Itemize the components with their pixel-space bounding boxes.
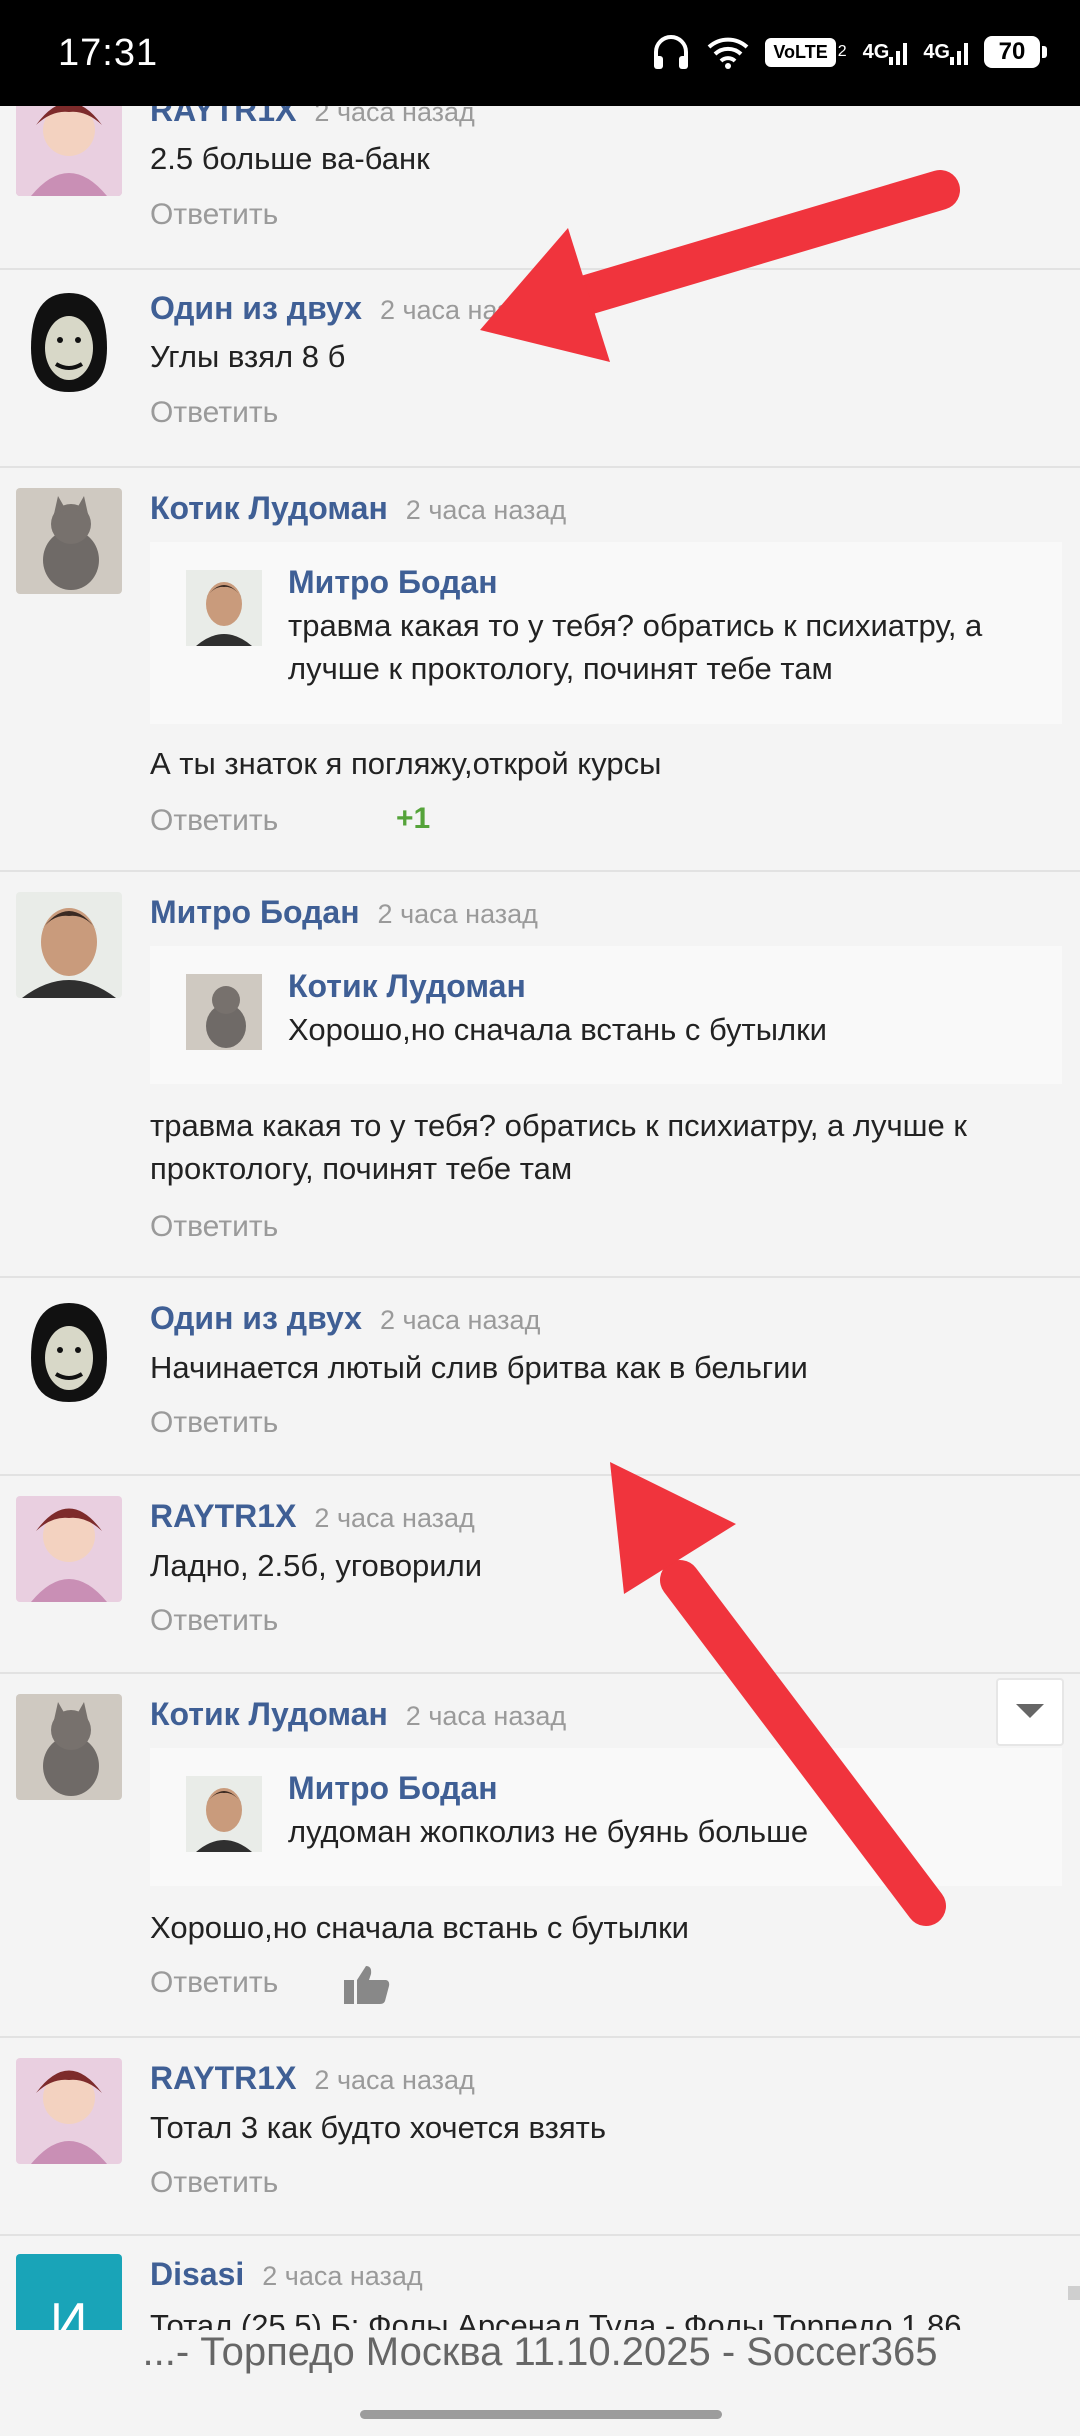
reply-button[interactable]: Ответить <box>150 2166 278 2200</box>
quote-text: лудоман жопколиз не буянь больше <box>288 1814 809 1849</box>
reply-button[interactable]: Ответить <box>150 198 278 232</box>
comment-text: Тотал 3 как будто хочется взять <box>150 2110 607 2145</box>
comment-text: Углы взял 8 б <box>150 339 346 374</box>
comment-author[interactable]: RAYTR1X 2 часа назад <box>150 2060 475 2097</box>
quote-avatar <box>186 974 262 1050</box>
comments-feed[interactable]: RAYTR1X 2 часа назад 2.5 больше ва-банк О… <box>0 0 1080 2330</box>
comment-menu-button[interactable] <box>996 1678 1064 1746</box>
comment-item: Один из двух 2 часа назад Углы взял 8 б О… <box>0 268 1080 468</box>
avatar[interactable] <box>16 2058 122 2164</box>
signal-icon-2: 4G <box>923 30 968 74</box>
quote-author[interactable]: Митро Бодан <box>288 1770 498 1807</box>
quote-avatar <box>186 1776 262 1852</box>
avatar[interactable]: И <box>16 2254 122 2330</box>
avatar[interactable] <box>16 488 122 594</box>
quote-author[interactable]: Митро Бодан <box>288 564 498 601</box>
page-title-footer[interactable]: ...- Торпедо Москва 11.10.2025 - Soccer3… <box>0 2330 1080 2396</box>
status-time: 17:31 <box>58 32 159 74</box>
quote-author[interactable]: Котик Лудоман <box>288 968 526 1005</box>
comment-time: 2 часа назад <box>379 1305 541 1335</box>
headphones-icon <box>651 30 691 74</box>
reply-button[interactable]: Ответить <box>150 1406 278 1440</box>
quote-avatar <box>186 570 262 646</box>
comment-text: Тотал (25.5) Б: Фолы Арсенал Тула - Фолы… <box>150 2308 962 2330</box>
comment-text: Хорошо,но сначала встань с бутылки <box>150 1910 689 1945</box>
comment-item: RAYTR1X 2 часа назад Ладно, 2.5б, уговори… <box>0 1474 1080 1674</box>
reply-button[interactable]: Ответить <box>150 1966 278 2000</box>
comment-time: 2 часа назад <box>314 2065 475 2095</box>
comment-item: Котик Лудоман 2 часа назад Митро Бодан тр… <box>0 466 1080 872</box>
battery-icon: 70 <box>984 36 1047 68</box>
comment-author[interactable]: Котик Лудоман 2 часа назад <box>150 490 566 527</box>
avatar[interactable] <box>16 288 122 394</box>
rating-plus: +1 <box>396 802 431 835</box>
comment-text: А ты знаток я погляжу,открой курсы <box>150 746 662 781</box>
reply-button[interactable]: Ответить <box>150 396 278 430</box>
status-icons: VoLTE 2 4G 4G 70 <box>651 30 1047 74</box>
comment-time: 2 часа назад <box>377 899 538 929</box>
comment-author[interactable]: RAYTR1X 2 часа назад <box>150 1498 475 1535</box>
quote-text: травма какая то у тебя? обратись к психи… <box>288 608 983 686</box>
avatar[interactable] <box>16 1298 122 1404</box>
avatar-letter: И <box>50 2293 88 2330</box>
reply-button[interactable]: Ответить <box>150 804 278 838</box>
comment-time: 2 часа назад <box>314 1503 475 1533</box>
comment-item: Котик Лудоман 2 часа назад Митро Бодан лу… <box>0 1672 1080 2038</box>
comment-author[interactable]: Митро Бодан 2 часа назад <box>150 894 538 931</box>
avatar[interactable] <box>16 1694 122 1800</box>
comment-text: 2.5 больше ва-банк <box>150 141 430 176</box>
status-bar: 17:31 VoLTE 2 4G 4G 70 <box>0 0 1080 106</box>
comment-time: 2 часа назад <box>405 495 567 525</box>
comment-author[interactable]: Один из двух 2 часа назад <box>150 290 540 327</box>
comment-item: И Disasi 2 часа назад Тотал (25.5) Б: Фол… <box>0 2234 1080 2330</box>
comment-text: Ладно, 2.5б, уговорили <box>150 1548 483 1583</box>
volte-badge: VoLTE 2 <box>765 30 847 74</box>
comment-text: травма какая то у тебя? обратись к психи… <box>150 1108 967 1186</box>
scroll-indicator[interactable] <box>1068 2286 1080 2300</box>
signal-icon: 4G <box>863 30 908 74</box>
quoted-comment: Котик Лудоман Хорошо,но сначала встань с… <box>150 946 1062 1084</box>
comment-text: Начинается лютый слив бритва как в бельг… <box>150 1350 808 1385</box>
wifi-icon <box>707 30 749 74</box>
comment-author[interactable]: Disasi 2 часа назад <box>150 2256 423 2293</box>
comment-time: 2 часа назад <box>405 1701 567 1731</box>
comment-time: 2 часа назад <box>262 2261 423 2291</box>
thumbs-up-icon[interactable] <box>344 1964 390 2004</box>
comment-time: 2 часа назад <box>379 295 541 325</box>
quoted-comment: Митро Бодан травма какая то у тебя? обра… <box>150 542 1062 724</box>
reply-button[interactable]: Ответить <box>150 1210 278 1244</box>
comment-author[interactable]: Котик Лудоман 2 часа назад <box>150 1696 566 1733</box>
comment-item: Один из двух 2 часа назад Начинается люты… <box>0 1276 1080 1476</box>
comment-item: RAYTR1X 2 часа назад Тотал 3 как будто хо… <box>0 2036 1080 2236</box>
comment-author[interactable]: Один из двух 2 часа назад <box>150 1300 540 1337</box>
comment-item: Митро Бодан 2 часа назад Котик Лудоман Хо… <box>0 870 1080 1278</box>
avatar[interactable] <box>16 1496 122 1602</box>
quote-text: Хорошо,но сначала встань с бутылки <box>288 1012 827 1047</box>
quoted-comment: Митро Бодан лудоман жопколиз не буянь бо… <box>150 1748 1062 1886</box>
avatar[interactable] <box>16 892 122 998</box>
home-indicator[interactable] <box>360 2410 722 2419</box>
reply-button[interactable]: Ответить <box>150 1604 278 1638</box>
